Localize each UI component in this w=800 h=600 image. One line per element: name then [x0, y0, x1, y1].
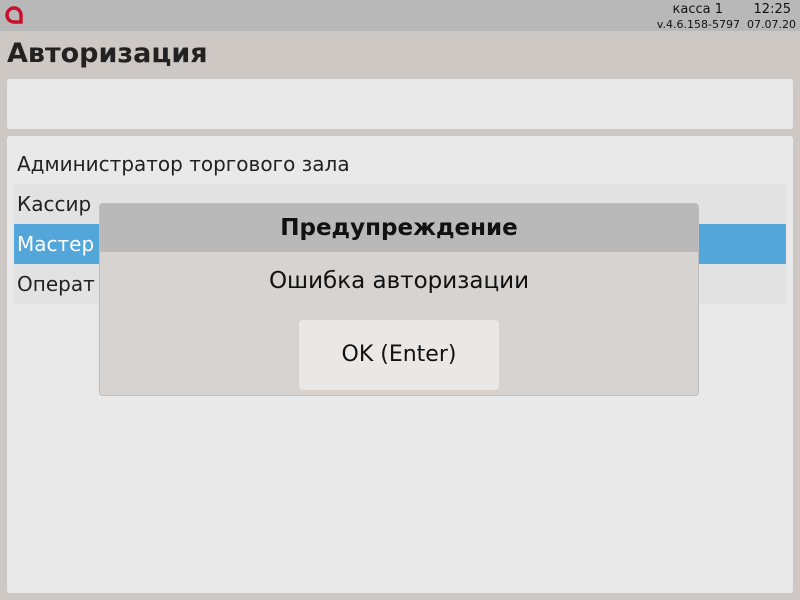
clock: 12:25: [753, 2, 791, 17]
user-list-item-admin[interactable]: Администратор торгового зала: [14, 144, 786, 184]
version-label: v.4.6.158-5797 07.07.20: [656, 18, 796, 31]
dialog-title: Предупреждение: [100, 204, 698, 252]
password-input-area[interactable]: [7, 79, 793, 129]
register-label: касса 1: [672, 2, 723, 17]
ok-button[interactable]: OK (Enter): [299, 320, 499, 390]
warning-dialog: Предупреждение Ошибка авторизации OK (En…: [99, 203, 699, 396]
brand-logo-icon: [5, 6, 23, 24]
dialog-message: Ошибка авторизации: [268, 268, 530, 294]
top-status-bar: касса 1 12:25 v.4.6.158-5797 07.07.20: [0, 0, 800, 31]
page-title: Авторизация: [7, 38, 208, 69]
